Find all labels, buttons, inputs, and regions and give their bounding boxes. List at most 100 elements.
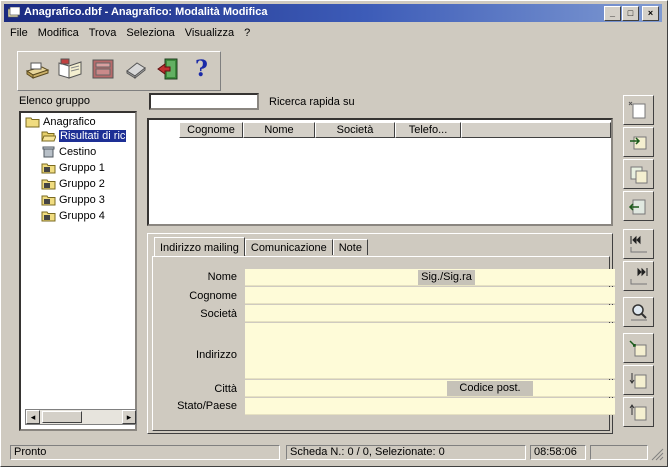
menu-modifica[interactable]: Modifica (38, 27, 79, 39)
window-title: Anagrafico.dbf - Anagrafico: Modalità Mo… (24, 6, 268, 18)
tree-root-label: Anagrafico (43, 116, 96, 128)
record-toolbar (621, 93, 657, 434)
delete-record-button[interactable] (623, 191, 654, 221)
status-text: Pronto (10, 445, 280, 460)
group-folder-icon (41, 211, 56, 222)
last-record-icon (630, 267, 647, 285)
column-header-nome[interactable]: Nome (243, 122, 315, 138)
add-record-button[interactable] (623, 127, 654, 157)
tree-item-gruppo-2[interactable]: Gruppo 2 (41, 178, 105, 190)
details-panel: Indirizzo mailing Comunicazione Note Nom… (147, 233, 615, 434)
last-record-button[interactable] (623, 261, 654, 291)
first-record-button[interactable] (623, 229, 654, 259)
tab-note[interactable]: Note (332, 239, 368, 255)
scroll-right-button[interactable]: ▸ (122, 410, 136, 424)
tree-item-label: Cestino (59, 146, 97, 158)
group-panel-header: Elenco gruppo (19, 95, 90, 107)
menu-help[interactable]: ? (244, 27, 250, 39)
sort-az-icon (629, 373, 646, 389)
tree-item-label: Gruppo 3 (59, 194, 105, 206)
scroll-thumb[interactable] (42, 411, 82, 423)
copy-record-button[interactable] (623, 159, 654, 189)
menu-file[interactable]: File (10, 27, 28, 39)
keyboard-icon (92, 59, 113, 79)
main-toolbar: ? (17, 51, 221, 91)
tree-item-gruppo-3[interactable]: Gruppo 3 (41, 194, 105, 206)
record-list[interactable]: Cognome Nome Società Telefo... (147, 118, 613, 226)
postal-code-label: Codice post. (447, 381, 533, 396)
open-folder-icon (41, 131, 56, 142)
menu-visualizza[interactable]: Visualizza (185, 27, 234, 39)
new-record-icon (628, 101, 645, 119)
field-indirizzo[interactable] (245, 323, 615, 379)
find-record-button[interactable] (623, 297, 654, 327)
sort-za-icon (629, 404, 646, 421)
menu-trova[interactable]: Trova (89, 27, 117, 39)
tree-item-label: Gruppo 4 (59, 210, 105, 222)
tab-indirizzo-mailing[interactable]: Indirizzo mailing (154, 237, 245, 256)
move-record-button[interactable] (623, 333, 654, 363)
print-button[interactable] (21, 54, 52, 84)
resize-grip-icon[interactable] (650, 447, 664, 461)
tab-bar: Indirizzo mailing Comunicazione Note (154, 237, 368, 256)
tree-root[interactable]: Anagrafico (25, 116, 96, 128)
find-icon (630, 304, 647, 321)
group-folder-icon (41, 163, 56, 174)
new-record-button[interactable] (623, 95, 654, 125)
eraser-icon (125, 62, 146, 80)
label-cognome: Cognome (189, 290, 237, 302)
tree-item-risultati[interactable]: Risultati di ric (41, 130, 127, 142)
field-stato-paese[interactable] (245, 398, 615, 415)
tab-comunicazione[interactable]: Comunicazione (244, 239, 333, 255)
open-book-button[interactable] (54, 54, 85, 84)
field-societa[interactable] (245, 305, 615, 322)
scroll-left-button[interactable]: ◂ (26, 410, 40, 424)
tree-horizontal-scrollbar[interactable]: ◂ ▸ (25, 409, 137, 425)
sort-az-button[interactable] (623, 365, 654, 395)
keyboard-button[interactable] (87, 54, 118, 84)
tree-item-gruppo-4[interactable]: Gruppo 4 (41, 210, 105, 222)
field-citta[interactable] (245, 380, 615, 397)
group-folder-icon (41, 195, 56, 206)
move-icon (628, 340, 646, 357)
tree-item-cestino[interactable]: Cestino (41, 146, 96, 158)
exit-button[interactable] (153, 54, 184, 84)
app-icon (8, 7, 20, 18)
label-stato-paese: Stato/Paese (177, 400, 237, 412)
field-title[interactable]: Sig./Sig.ra (418, 270, 475, 285)
tree-item-label: Risultati di ric (59, 130, 127, 142)
mailing-form: Nome Cognome Società Indirizzo Città Sta… (152, 256, 615, 431)
column-header-cognome[interactable]: Cognome (179, 122, 243, 138)
help-icon: ? (195, 56, 208, 82)
recycle-bin-icon (42, 146, 55, 158)
label-citta: Città (214, 383, 237, 395)
column-header-filler (461, 122, 611, 138)
status-bar: Pronto Scheda N.: 0 / 0, Selezionate: 0 … (4, 443, 664, 461)
maximize-button[interactable]: □ (622, 6, 639, 21)
eraser-button[interactable] (120, 54, 151, 84)
print-icon (25, 62, 49, 79)
label-societa: Società (200, 308, 237, 320)
status-clock: 08:58:06 (530, 445, 586, 460)
help-button[interactable]: ? (186, 54, 217, 84)
title-bar[interactable]: Anagrafico.dbf - Anagrafico: Modalità Mo… (4, 4, 662, 22)
tree-item-gruppo-1[interactable]: Gruppo 1 (41, 162, 105, 174)
open-book-icon (58, 58, 81, 79)
add-record-icon (629, 136, 646, 150)
close-button[interactable]: × (642, 6, 659, 21)
sort-za-button[interactable] (623, 397, 654, 427)
field-cognome[interactable] (245, 287, 615, 304)
status-record-count: Scheda N.: 0 / 0, Selezionate: 0 (286, 445, 526, 460)
group-tree: Anagrafico Risultati di ric Cestino Grup… (19, 111, 137, 431)
label-nome: Nome (207, 271, 237, 283)
tree-item-label: Gruppo 2 (59, 178, 105, 190)
quick-search-input[interactable] (149, 93, 259, 110)
tree-item-label: Gruppo 1 (59, 162, 105, 174)
app-window: Anagrafico.dbf - Anagrafico: Modalità Mo… (0, 0, 668, 467)
copy-record-icon (630, 166, 647, 184)
minimize-button[interactable]: _ (604, 6, 621, 21)
menu-seleziona[interactable]: Seleziona (126, 27, 174, 39)
column-header-societa[interactable]: Società (315, 122, 395, 138)
column-header-telefono[interactable]: Telefo... (395, 122, 461, 138)
exit-door-icon (156, 58, 177, 80)
